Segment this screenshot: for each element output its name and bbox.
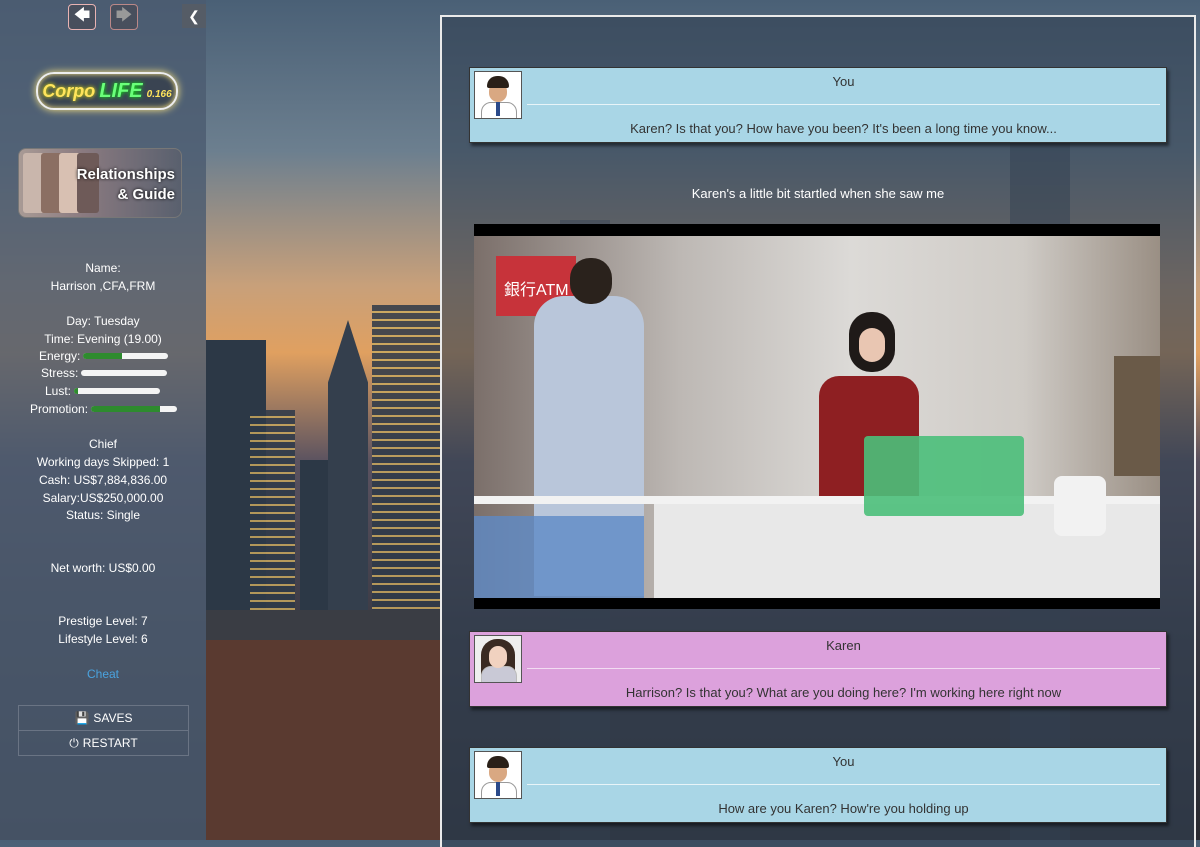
chevron-left-icon: ❮ xyxy=(188,7,200,24)
logo-word-life: LIFE xyxy=(99,79,143,102)
dialogue-text: Harrison? Is that you? What are you doin… xyxy=(625,685,1062,700)
salary-value: Salary:US$250,000.00 xyxy=(42,491,164,505)
net-worth: Net worth: US$0.00 xyxy=(50,561,156,575)
sidebar: 🡄 🡆 ❮ Corpo LIFE 0.166 Relationships & G… xyxy=(0,0,206,840)
collapse-sidebar-button[interactable]: ❮ xyxy=(182,4,206,28)
guide-label-2: & Guide xyxy=(117,186,175,203)
dialogue-karen-1: Karen Harrison? Is that you? What are yo… xyxy=(469,631,1167,707)
stress-label: Stress: xyxy=(41,366,79,380)
name-value: Harrison ,CFA,FRM xyxy=(50,279,156,293)
dialogue-text: How are you Karen? How're you holding up xyxy=(718,801,969,816)
arrow-right-icon: 🡆 xyxy=(115,6,133,24)
promotion-label: Promotion: xyxy=(30,402,89,416)
story-panel: You Karen? Is that you? How have you bee… xyxy=(440,15,1196,847)
game-logo: Corpo LIFE 0.166 xyxy=(36,72,178,110)
lust-label: Lust: xyxy=(45,384,72,398)
scene-image: 銀行ATM xyxy=(474,224,1160,609)
logo-version: 0.166 xyxy=(146,88,172,100)
restart-label: RESTART xyxy=(82,736,138,750)
floppy-disk-icon: 💾 xyxy=(74,711,90,725)
speaker-name: Karen xyxy=(826,638,861,653)
lust-row: Lust: xyxy=(45,384,161,398)
relationship-status: Status: Single xyxy=(65,508,141,522)
back-button[interactable]: 🡄 xyxy=(68,4,96,30)
lifestyle-level: Lifestyle Level: 6 xyxy=(58,632,148,646)
dialogue-you-2: You How are you Karen? How're you holdin… xyxy=(469,747,1167,823)
working-days-skipped: Working days Skipped: 1 xyxy=(36,455,170,469)
saves-label: SAVES xyxy=(93,711,133,725)
power-icon: ⏻ xyxy=(69,735,79,750)
lust-fill xyxy=(74,388,79,394)
energy-row: Energy: xyxy=(39,349,169,363)
name-label: Name: xyxy=(85,261,121,275)
day-label: Day: Tuesday xyxy=(66,314,140,328)
dialogue-text: Karen? Is that you? How have you been? I… xyxy=(630,121,1057,136)
you-avatar xyxy=(474,71,522,119)
promotion-row: Promotion: xyxy=(30,402,178,416)
logo-word-corpo: Corpo xyxy=(42,80,96,101)
stress-row: Stress: xyxy=(41,366,168,380)
relationships-guide-button[interactable]: Relationships & Guide xyxy=(18,148,182,218)
dialogue-you-1: You Karen? Is that you? How have you bee… xyxy=(469,67,1167,143)
time-label: Time: Evening (19.00) xyxy=(44,332,162,346)
arrow-left-icon: 🡄 xyxy=(73,6,91,24)
cheat-link[interactable]: Cheat xyxy=(0,665,206,683)
you-avatar xyxy=(474,751,522,799)
promotion-fill xyxy=(91,406,160,412)
speaker-name: You xyxy=(832,754,855,769)
prestige-level: Prestige Level: 7 xyxy=(58,614,148,628)
stress-bar xyxy=(81,370,168,376)
promotion-bar xyxy=(91,406,178,412)
saves-button[interactable]: 💾 SAVES xyxy=(18,705,189,731)
karen-avatar xyxy=(474,635,522,683)
energy-label: Energy: xyxy=(39,349,81,363)
lust-bar xyxy=(74,388,161,394)
restart-button[interactable]: ⏻ RESTART xyxy=(18,730,189,756)
job-title: Chief xyxy=(88,437,117,451)
narration-text: Karen's a little bit startled when she s… xyxy=(691,186,945,201)
speaker-name: You xyxy=(832,74,855,89)
cash-value: Cash: US$7,884,836.00 xyxy=(38,473,168,487)
energy-bar xyxy=(83,353,169,359)
energy-fill xyxy=(83,353,122,359)
guide-label-1: Relationships xyxy=(76,166,175,183)
forward-button[interactable]: 🡆 xyxy=(110,4,138,30)
